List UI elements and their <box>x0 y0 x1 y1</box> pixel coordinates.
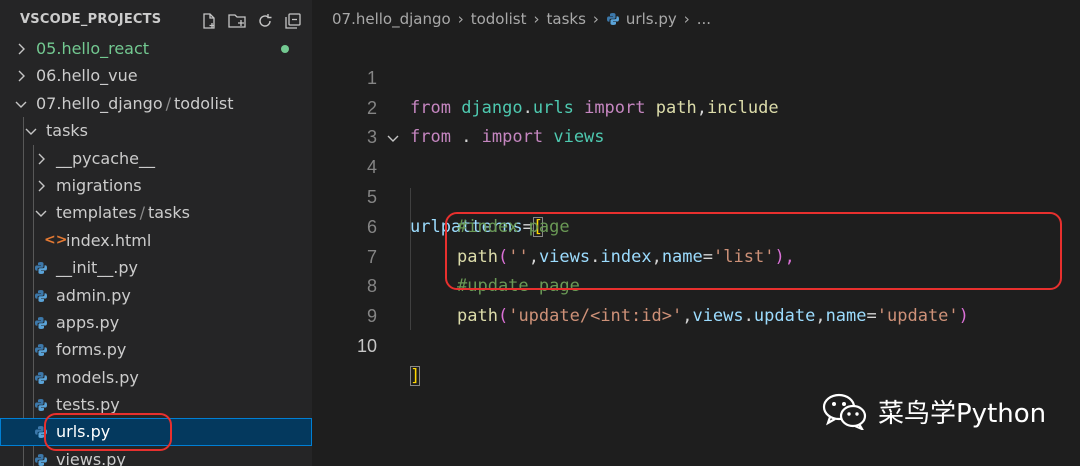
code-text: ] <box>410 365 421 386</box>
tree-item-hello-django-todolist[interactable]: 07.hello_django / todolist <box>0 90 312 117</box>
tree-item-label: models.py <box>56 367 139 387</box>
chevron-right-icon: › <box>457 10 464 28</box>
code-line: 6 path('',views.index,name='list'), <box>312 183 1080 267</box>
refresh-icon[interactable] <box>254 10 276 32</box>
breadcrumb-item[interactable]: 07.hello_django <box>332 10 451 28</box>
python-file-icon <box>35 453 47 466</box>
tree-item-label: tasks <box>46 121 89 141</box>
code-line: 1 from django.urls import path,include <box>312 34 1080 118</box>
watermark: 菜鸟学Python <box>822 392 1046 430</box>
tree-item-label: apps.py <box>56 312 120 332</box>
explorer-actions <box>198 10 304 32</box>
tree-item-models-py[interactable]: models.py <box>0 364 312 391</box>
tree-item-label: 06.hello_vue <box>36 66 138 86</box>
chevron-right-icon <box>38 153 45 165</box>
tree-item-label: templates / tasks <box>56 203 190 223</box>
tree-item-admin-py[interactable]: admin.py <box>0 282 312 309</box>
python-file-icon <box>35 289 47 302</box>
tree-item-pycache[interactable]: __pycache__ <box>0 145 312 172</box>
python-file-icon <box>35 262 47 275</box>
collapse-all-icon[interactable] <box>282 10 304 32</box>
chevron-down-icon <box>25 128 37 136</box>
chevron-right-icon <box>18 43 25 55</box>
explorer-sidebar: VSCODE_PROJECTS 05.hello_react 06.hello_… <box>0 0 312 466</box>
tree-item-label: __pycache__ <box>56 148 156 168</box>
tree-item-init-py[interactable]: __init__.py <box>0 254 312 281</box>
chevron-down-icon <box>35 210 47 218</box>
html-file-icon: <> <box>44 231 68 248</box>
python-file-icon <box>35 399 47 412</box>
tree-item-hello-react[interactable]: 05.hello_react <box>0 35 312 62</box>
tree-item-label: admin.py <box>56 285 131 305</box>
tree-item-forms-py[interactable]: forms.py <box>0 336 312 363</box>
breadcrumb-item[interactable]: urls.py <box>626 10 677 28</box>
tree-item-label: 07.hello_django / todolist <box>36 93 234 113</box>
fold-chevron-down-icon[interactable] <box>386 131 400 145</box>
python-file-icon <box>35 344 47 357</box>
code-highlight-box <box>445 212 1062 290</box>
breadcrumb-item[interactable]: ... <box>697 10 711 28</box>
wechat-icon <box>822 393 867 430</box>
python-file-icon <box>606 13 619 25</box>
chevron-right-icon: › <box>533 10 540 28</box>
python-file-icon <box>35 316 47 329</box>
chevron-down-icon <box>15 101 27 108</box>
code-line: 3 <box>312 94 1080 147</box>
tree-item-label: migrations <box>56 175 142 195</box>
tree-item-migrations[interactable]: migrations <box>0 172 312 199</box>
tree-item-index-html[interactable]: <> index.html <box>0 227 312 254</box>
tree-item-label: index.html <box>66 230 152 250</box>
code-line: 2 from . import views <box>312 64 1080 148</box>
modified-indicator <box>281 45 289 53</box>
tree-item-label: forms.py <box>56 340 127 360</box>
code-line: 5 #index page <box>312 153 1080 237</box>
watermark-text: 菜鸟学Python <box>878 398 1047 429</box>
new-folder-icon[interactable] <box>226 10 248 32</box>
tree-item-label: __init__.py <box>56 258 139 278</box>
tree-item-templates-tasks[interactable]: templates / tasks <box>0 199 312 226</box>
tree-item-label: 05.hello_react <box>36 39 150 58</box>
breadcrumb-item[interactable]: todolist <box>471 10 527 28</box>
tree-item-tasks[interactable]: tasks <box>0 117 312 144</box>
code-line: 4 urlpatterns=[ <box>312 123 1080 237</box>
line-number: 10 <box>356 335 377 356</box>
chevron-right-icon <box>38 180 45 192</box>
tree-item-apps-py[interactable]: apps.py <box>0 309 312 336</box>
chevron-right-icon: › <box>592 10 599 28</box>
explorer-title: VSCODE_PROJECTS <box>20 12 162 27</box>
code-line: 10 ] <box>312 302 1080 386</box>
tree-item-hello-vue[interactable]: 06.hello_vue <box>0 62 312 89</box>
sidebar-highlight-box <box>44 413 172 451</box>
file-tree: 05.hello_react 06.hello_vue 07.hello_dja… <box>0 35 312 466</box>
chevron-right-icon: › <box>683 10 690 28</box>
new-file-icon[interactable] <box>198 10 220 32</box>
breadcrumb-item[interactable]: tasks <box>547 10 586 28</box>
python-file-icon <box>35 371 47 384</box>
chevron-right-icon <box>18 70 25 82</box>
breadcrumb: 07.hello_django › todolist › tasks › url… <box>332 10 711 28</box>
